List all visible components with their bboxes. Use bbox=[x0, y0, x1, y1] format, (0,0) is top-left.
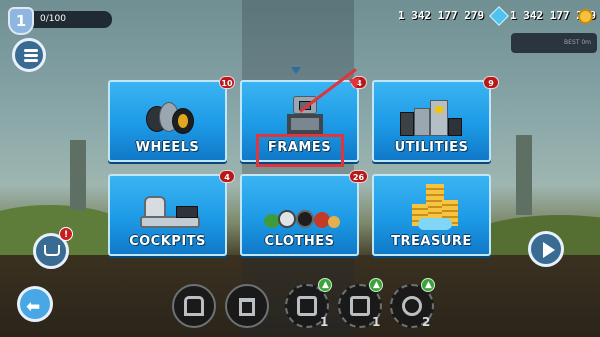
wheels-icon bbox=[146, 102, 194, 136]
game-screen: 0/100 1 1 342 177 279 1 342 177 279 BEST… bbox=[0, 0, 600, 337]
frame-slot-icon bbox=[297, 296, 317, 316]
menu-button[interactable] bbox=[12, 38, 46, 72]
scroll-indicator-icon bbox=[291, 67, 301, 74]
up-arrow-icon: ▲ bbox=[373, 280, 380, 290]
coin-icon bbox=[578, 9, 593, 24]
play-button[interactable] bbox=[528, 231, 564, 267]
category-label: TREASURE bbox=[391, 234, 472, 249]
level-number: 1 bbox=[15, 12, 27, 30]
shop-alert-badge: ! bbox=[59, 227, 73, 241]
best-distance: BEST 0m bbox=[511, 33, 597, 53]
wheel-slot-count: 2 bbox=[422, 315, 431, 329]
category-utilities[interactable]: UTILITIES bbox=[372, 80, 491, 162]
category-label: COCKPITS bbox=[129, 234, 206, 249]
upgrade-badge: ▲ bbox=[421, 278, 435, 292]
utilities-count-badge: 9 bbox=[483, 76, 499, 89]
upgrade-badge: ▲ bbox=[318, 278, 332, 292]
cockpits-count-badge: 4 bbox=[219, 170, 235, 183]
upgrade-badge: ▲ bbox=[369, 278, 383, 292]
frame-slot-count: 1 bbox=[320, 315, 329, 329]
highlight-box bbox=[256, 134, 344, 167]
treasure-icon bbox=[408, 184, 462, 232]
up-arrow-icon: ▲ bbox=[322, 280, 329, 290]
garage-icon bbox=[184, 296, 204, 316]
garage-button[interactable] bbox=[172, 284, 216, 328]
trash-button[interactable] bbox=[225, 284, 269, 328]
utilities-icon bbox=[400, 98, 470, 138]
utility-slot-icon bbox=[350, 296, 370, 316]
wheel-slot-icon bbox=[402, 296, 422, 316]
xp-text: 0/100 bbox=[40, 14, 66, 24]
category-treasure[interactable]: TREASURE bbox=[372, 174, 491, 256]
category-clothes[interactable]: CLOTHES bbox=[240, 174, 359, 256]
level-badge: 1 bbox=[8, 7, 34, 35]
category-label: CLOTHES bbox=[264, 234, 335, 249]
background-tower bbox=[516, 135, 532, 215]
xp-bar: 0/100 bbox=[30, 11, 112, 28]
category-label: WHEELS bbox=[135, 140, 200, 155]
utility-slot-count: 1 bbox=[372, 315, 381, 329]
back-button[interactable]: ⬅ bbox=[17, 286, 53, 322]
cart-icon bbox=[44, 245, 60, 256]
cockpits-icon bbox=[140, 196, 202, 230]
gem-icon bbox=[489, 6, 509, 26]
clothes-count-badge: 26 bbox=[349, 170, 368, 183]
background-tower bbox=[70, 140, 86, 210]
back-arrow-icon: ⬅ bbox=[26, 297, 41, 317]
gem-count: 1 342 177 279 bbox=[398, 9, 485, 22]
category-label: UTILITIES bbox=[394, 140, 469, 155]
best-label: BEST 0m bbox=[564, 39, 591, 46]
up-arrow-icon: ▲ bbox=[425, 280, 432, 290]
category-wheels[interactable]: WHEELS bbox=[108, 80, 227, 162]
wheels-count-badge: 10 bbox=[219, 76, 235, 89]
category-cockpits[interactable]: COCKPITS bbox=[108, 174, 227, 256]
frames-icon bbox=[287, 96, 323, 136]
trash-icon bbox=[239, 298, 255, 316]
play-icon bbox=[543, 242, 555, 258]
clothes-icon bbox=[264, 210, 340, 232]
